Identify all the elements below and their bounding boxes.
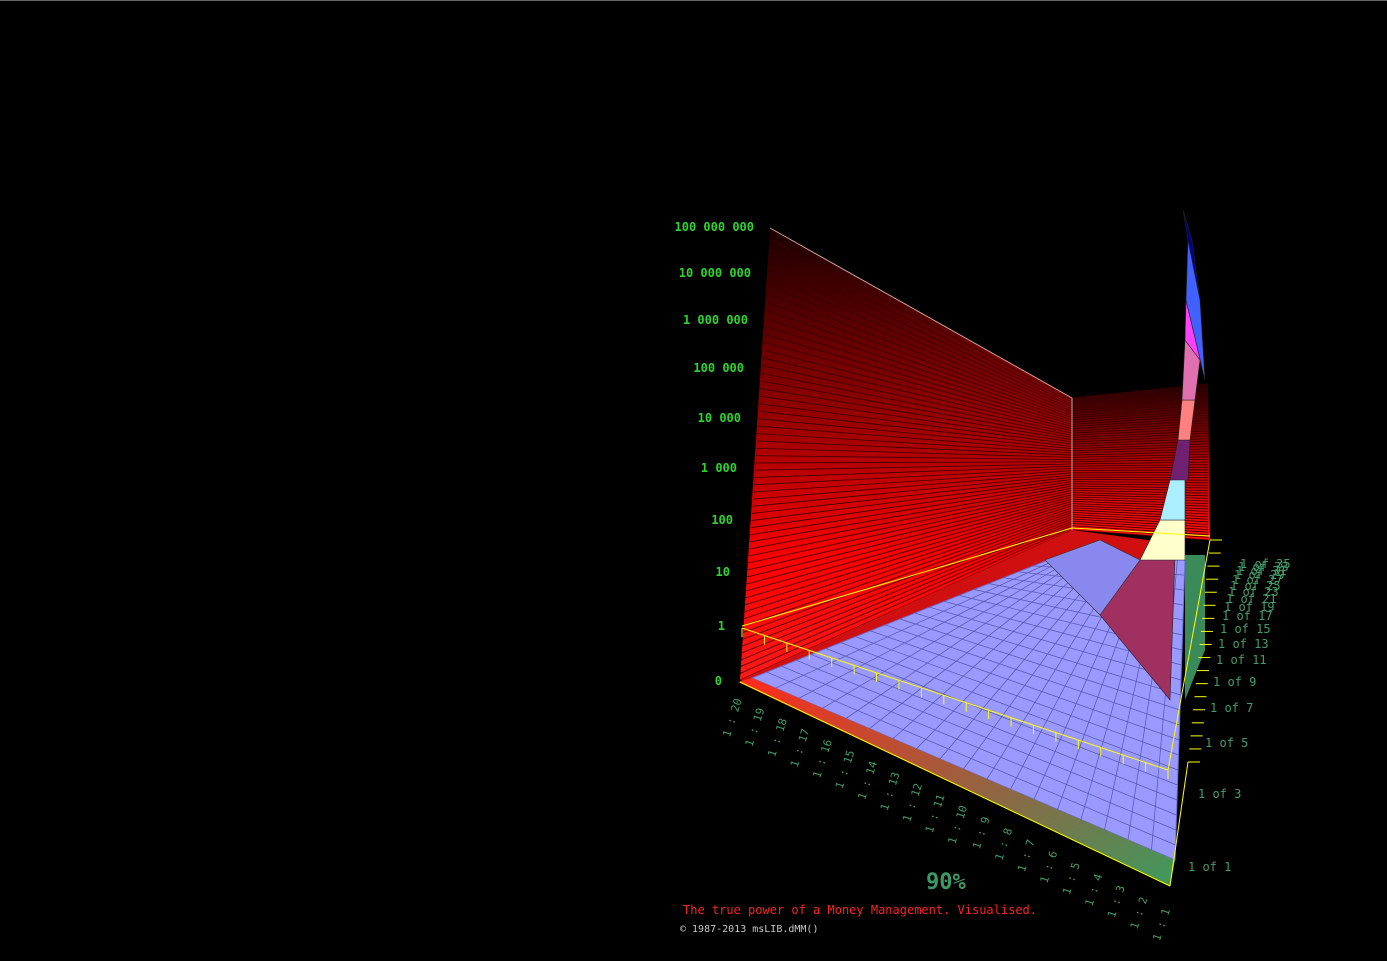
- x-tick-label: 1 : 2: [1128, 895, 1151, 931]
- y-tick-label: 1 of 1: [1188, 860, 1231, 874]
- z-tick-label: 100 000: [693, 361, 744, 375]
- z-tick-label: 1 000 000: [683, 313, 748, 327]
- z-tick-label: 100: [711, 513, 733, 527]
- x-tick-label: 1 : 1: [1150, 907, 1173, 943]
- z-tick-label: 10 000 000: [679, 266, 751, 280]
- x-tick-label: 1 : 5: [1060, 861, 1083, 897]
- percent-label: 90%: [926, 870, 966, 895]
- x-tick-label: 1 : 10: [946, 804, 971, 846]
- x-tick-label: 1 : 20: [720, 697, 745, 739]
- x-tick-label: 1 : 18: [765, 717, 790, 759]
- surface-chart: 100 000 000 10 000 000 1 000 000 100 000 10 …: [675, 209, 1291, 943]
- x-tick-label: 1 : 13: [878, 771, 903, 813]
- x-tick-label: 1 : 14: [855, 759, 880, 801]
- z-tick-label: 10: [716, 565, 730, 579]
- y-tick-label: 1 of 15: [1220, 622, 1271, 636]
- x-tick-label: 1 : 4: [1083, 872, 1106, 908]
- y-tick-label: 1 of 7: [1210, 701, 1253, 715]
- x-tick-label: 1 : 15: [833, 749, 858, 791]
- y-tick-label: 1 of 11: [1216, 653, 1267, 667]
- z-tick-label: 1: [718, 619, 725, 633]
- y-tick-label: 1 of 35: [1240, 557, 1291, 571]
- x-tick-label: 1 : 12: [900, 782, 925, 824]
- x-tick-label: 1 : 8: [993, 827, 1016, 863]
- x-tick-label: 1 : 6: [1038, 849, 1061, 885]
- y-tick-label: 1 of 3: [1198, 787, 1241, 801]
- y-tick-label: 1 of 5: [1205, 736, 1248, 750]
- x-tick-label: 1 : 9: [970, 815, 993, 851]
- tagline: The true power of a Money Management. Vi…: [683, 903, 1038, 917]
- right-face: [1185, 555, 1205, 700]
- x-tick-label: 1 : 11: [923, 793, 948, 835]
- x-tick-label: 1 : 16: [810, 738, 835, 780]
- x-tick-label: 1 : 17: [788, 727, 813, 769]
- y-tick-label: 1 of 9: [1213, 675, 1256, 689]
- x-tick-label: 1 : 3: [1105, 884, 1128, 920]
- z-tick-label: 1 000: [701, 461, 737, 475]
- z-tick-label: 0: [715, 674, 722, 688]
- copyright: © 1987-2013 msLIB.dMM(): [680, 924, 819, 935]
- z-tick-label: 10 000: [698, 411, 741, 425]
- z-tick-label: 100 000 000: [675, 220, 754, 234]
- x-tick-label: 1 : 19: [743, 706, 768, 748]
- x-tick-label: 1 : 7: [1015, 838, 1038, 874]
- y-tick-label: 1 of 13: [1218, 637, 1269, 651]
